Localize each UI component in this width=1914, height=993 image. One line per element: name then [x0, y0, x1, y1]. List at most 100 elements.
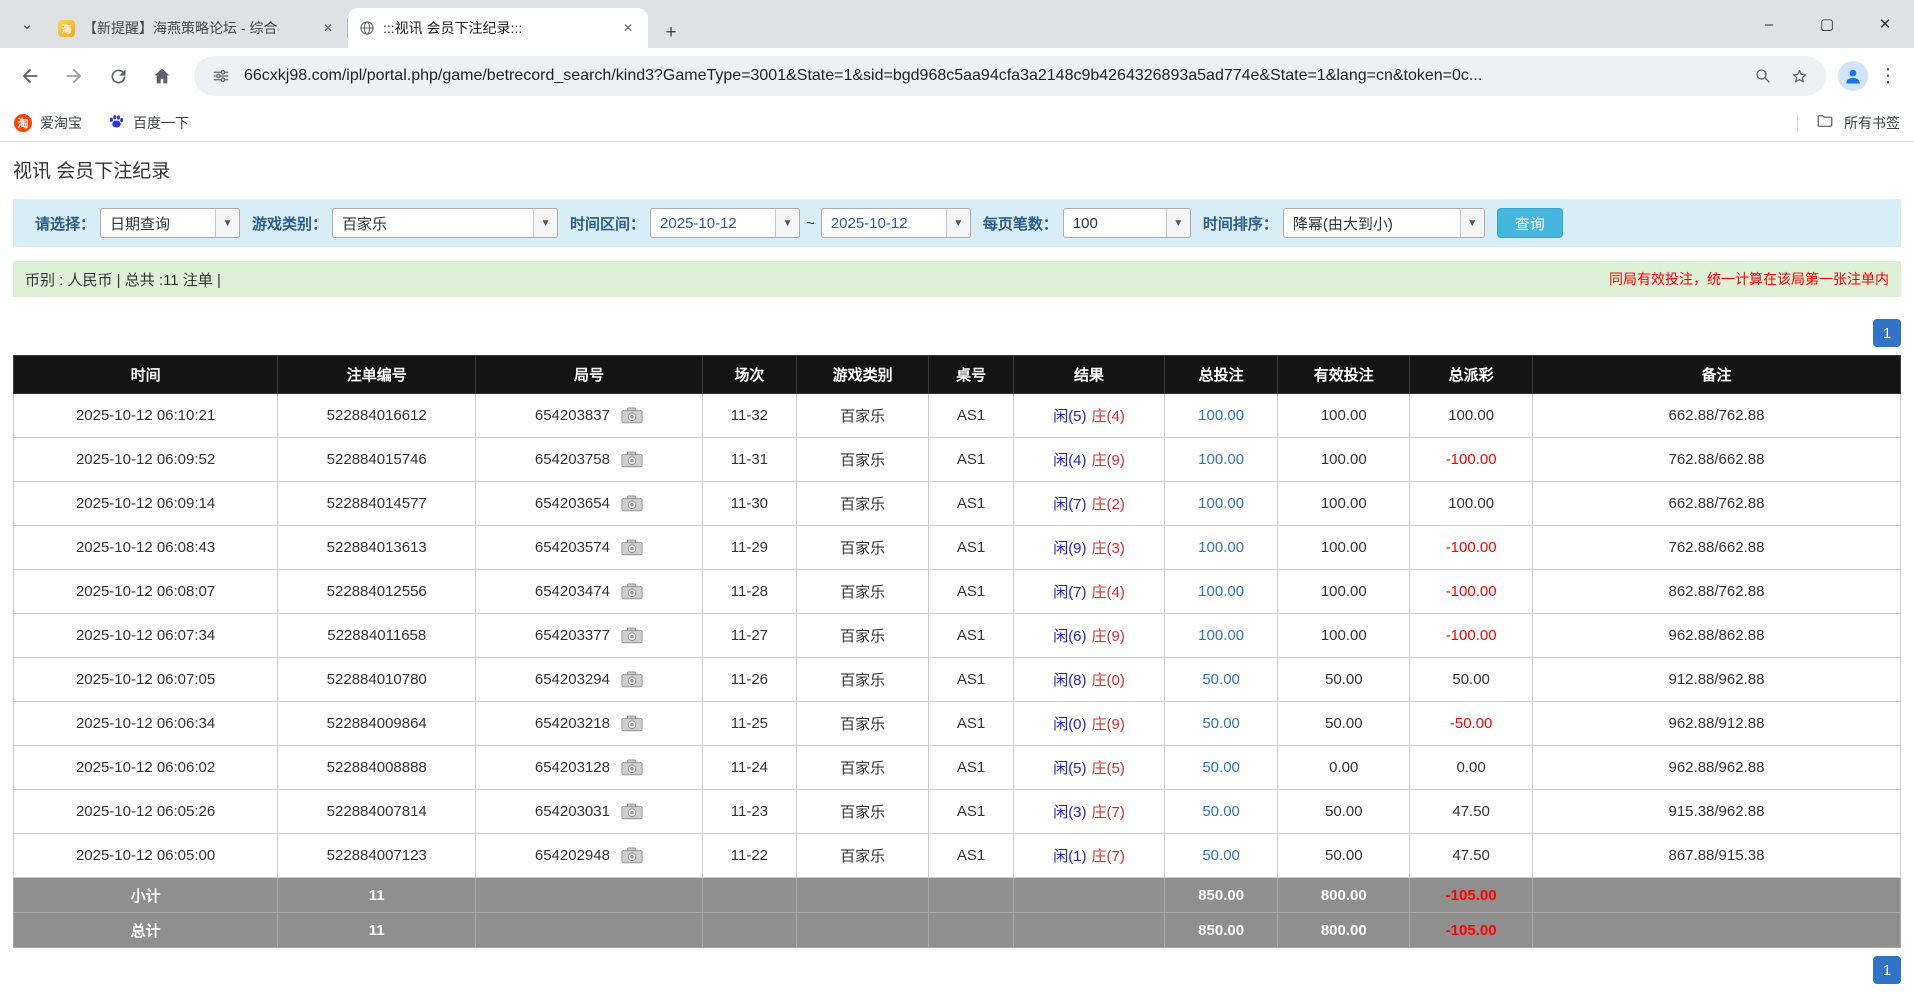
- minimize-button[interactable]: –: [1740, 0, 1798, 48]
- video-replay-icon[interactable]: [621, 847, 643, 864]
- video-replay-icon[interactable]: [621, 451, 643, 468]
- cell-result: 闲(7)庄(4): [1014, 570, 1165, 614]
- tab-forum[interactable]: 海 【新提醒】海燕策略论坛 - 综合 ✕: [48, 8, 348, 48]
- total-bet-link[interactable]: 50.00: [1202, 759, 1240, 776]
- menu-kebab-icon[interactable]: ⋮: [1872, 60, 1904, 92]
- home-button[interactable]: [142, 56, 182, 96]
- tab-betrecord[interactable]: :::视讯 会员下注纪录::: ✕: [348, 8, 648, 48]
- cell-result: 闲(6)庄(9): [1014, 614, 1165, 658]
- cell-table-no: AS1: [929, 482, 1014, 526]
- total-bet-link[interactable]: 50.00: [1202, 803, 1240, 820]
- bookmark-aitaobao[interactable]: 淘 爱淘宝: [14, 113, 82, 133]
- new-tab-button[interactable]: +: [656, 18, 686, 48]
- cell-result: 闲(7)庄(2): [1014, 482, 1165, 526]
- footer-count: 11: [278, 878, 476, 913]
- query-type-label: 请选择：: [35, 213, 95, 234]
- cell-payout: -50.00: [1410, 702, 1533, 746]
- round-id-text: 654203758: [535, 451, 610, 468]
- cell-session: 11-23: [702, 790, 796, 834]
- cell-payout: -100.00: [1410, 614, 1533, 658]
- bookmark-label: 爱淘宝: [40, 113, 82, 133]
- video-replay-icon[interactable]: [621, 671, 643, 688]
- cell-round-id: 654202948: [476, 834, 702, 878]
- cell-payout: -100.00: [1410, 438, 1533, 482]
- search-button[interactable]: 查询: [1497, 208, 1563, 238]
- close-button[interactable]: ✕: [1856, 0, 1914, 48]
- site-settings-icon[interactable]: [208, 63, 234, 89]
- bookmark-star-icon[interactable]: [1786, 63, 1812, 89]
- footer-empty: [1532, 878, 1900, 913]
- page-button-1[interactable]: 1: [1873, 319, 1901, 347]
- round-id-text: 654203294: [535, 671, 610, 688]
- back-arrow-icon: [19, 65, 41, 87]
- cell-valid-bet: 50.00: [1278, 658, 1410, 702]
- video-replay-icon[interactable]: [621, 759, 643, 776]
- video-replay-icon[interactable]: [621, 803, 643, 820]
- total-bet-link[interactable]: 100.00: [1198, 407, 1244, 424]
- cell-game-type: 百家乐: [797, 394, 929, 438]
- back-button[interactable]: [10, 56, 50, 96]
- refresh-button[interactable]: [98, 56, 138, 96]
- date-to-select[interactable]: 2025-10-12 ▼: [821, 208, 971, 238]
- all-bookmarks[interactable]: 所有书签: [1797, 112, 1900, 133]
- video-replay-icon[interactable]: [621, 583, 643, 600]
- dropdown-arrow-icon[interactable]: ▼: [533, 209, 557, 237]
- query-type-value: 日期查询: [101, 213, 179, 234]
- bookmark-baidu[interactable]: 百度一下: [108, 113, 189, 133]
- total-bet-link[interactable]: 100.00: [1198, 627, 1244, 644]
- tab-close-icon[interactable]: ✕: [618, 18, 638, 38]
- cell-table-no: AS1: [929, 438, 1014, 482]
- total-bet-link[interactable]: 100.00: [1198, 451, 1244, 468]
- zoom-lens-icon[interactable]: [1750, 63, 1776, 89]
- banker-result: 庄(4): [1092, 408, 1125, 425]
- query-type-select[interactable]: 日期查询 ▼: [100, 208, 240, 238]
- cell-bet-id: 522884009864: [278, 702, 476, 746]
- dropdown-arrow-icon[interactable]: ▼: [1460, 209, 1484, 237]
- total-bet-link[interactable]: 50.00: [1202, 847, 1240, 864]
- total-bet-link[interactable]: 50.00: [1202, 715, 1240, 732]
- column-header: 桌号: [929, 356, 1014, 394]
- video-replay-icon[interactable]: [621, 407, 643, 424]
- refresh-icon: [108, 66, 129, 87]
- sort-select[interactable]: 降幂(由大到小) ▼: [1283, 208, 1485, 238]
- date-from-select[interactable]: 2025-10-12 ▼: [650, 208, 800, 238]
- dropdown-arrow-icon[interactable]: ▼: [946, 209, 970, 237]
- url-bar[interactable]: 66cxkj98.com/ipl/portal.php/game/betreco…: [194, 56, 1826, 96]
- table-row: 2025-10-12 06:07:05 522884010780 6542032…: [14, 658, 1901, 702]
- page-button-1[interactable]: 1: [1873, 956, 1901, 984]
- page-size-select[interactable]: 100 ▼: [1063, 208, 1191, 238]
- tab-close-icon[interactable]: ✕: [318, 18, 338, 38]
- total-bet-link[interactable]: 100.00: [1198, 583, 1244, 600]
- footer-total-bet: 850.00: [1165, 913, 1278, 948]
- cell-note: 915.38/962.88: [1532, 790, 1900, 834]
- profile-avatar[interactable]: [1838, 61, 1868, 91]
- url-text[interactable]: 66cxkj98.com/ipl/portal.php/game/betreco…: [244, 67, 1740, 85]
- dropdown-arrow-icon[interactable]: ▼: [775, 209, 799, 237]
- maximize-button[interactable]: ▢: [1798, 0, 1856, 48]
- player-result: 闲(7): [1053, 496, 1086, 513]
- cell-valid-bet: 0.00: [1278, 746, 1410, 790]
- video-replay-icon[interactable]: [621, 715, 643, 732]
- dropdown-arrow-icon[interactable]: ▼: [215, 209, 239, 237]
- game-type-select[interactable]: 百家乐 ▼: [332, 208, 558, 238]
- video-replay-icon[interactable]: [621, 539, 643, 556]
- cell-game-type: 百家乐: [797, 570, 929, 614]
- cell-round-id: 654203128: [476, 746, 702, 790]
- cell-session: 11-29: [702, 526, 796, 570]
- cell-table-no: AS1: [929, 702, 1014, 746]
- total-bet-link[interactable]: 100.00: [1198, 495, 1244, 512]
- table-row: 2025-10-12 06:06:02 522884008888 6542031…: [14, 746, 1901, 790]
- video-replay-icon[interactable]: [621, 495, 643, 512]
- cell-table-no: AS1: [929, 394, 1014, 438]
- folder-icon: [1816, 112, 1834, 133]
- table-row: 2025-10-12 06:10:21 522884016612 6542038…: [14, 394, 1901, 438]
- cell-round-id: 654203294: [476, 658, 702, 702]
- total-bet-link[interactable]: 50.00: [1202, 671, 1240, 688]
- summary-bar: 币别 : 人民币 | 总共 :11 注单 | 同局有效投注，统一计算在该局第一张…: [13, 261, 1901, 297]
- dropdown-arrow-icon[interactable]: ▼: [1166, 209, 1190, 237]
- forward-button[interactable]: [54, 56, 94, 96]
- cell-result: 闲(3)庄(7): [1014, 790, 1165, 834]
- video-replay-icon[interactable]: [621, 627, 643, 644]
- total-bet-link[interactable]: 100.00: [1198, 539, 1244, 556]
- tab-search-button[interactable]: ⌄: [10, 7, 44, 41]
